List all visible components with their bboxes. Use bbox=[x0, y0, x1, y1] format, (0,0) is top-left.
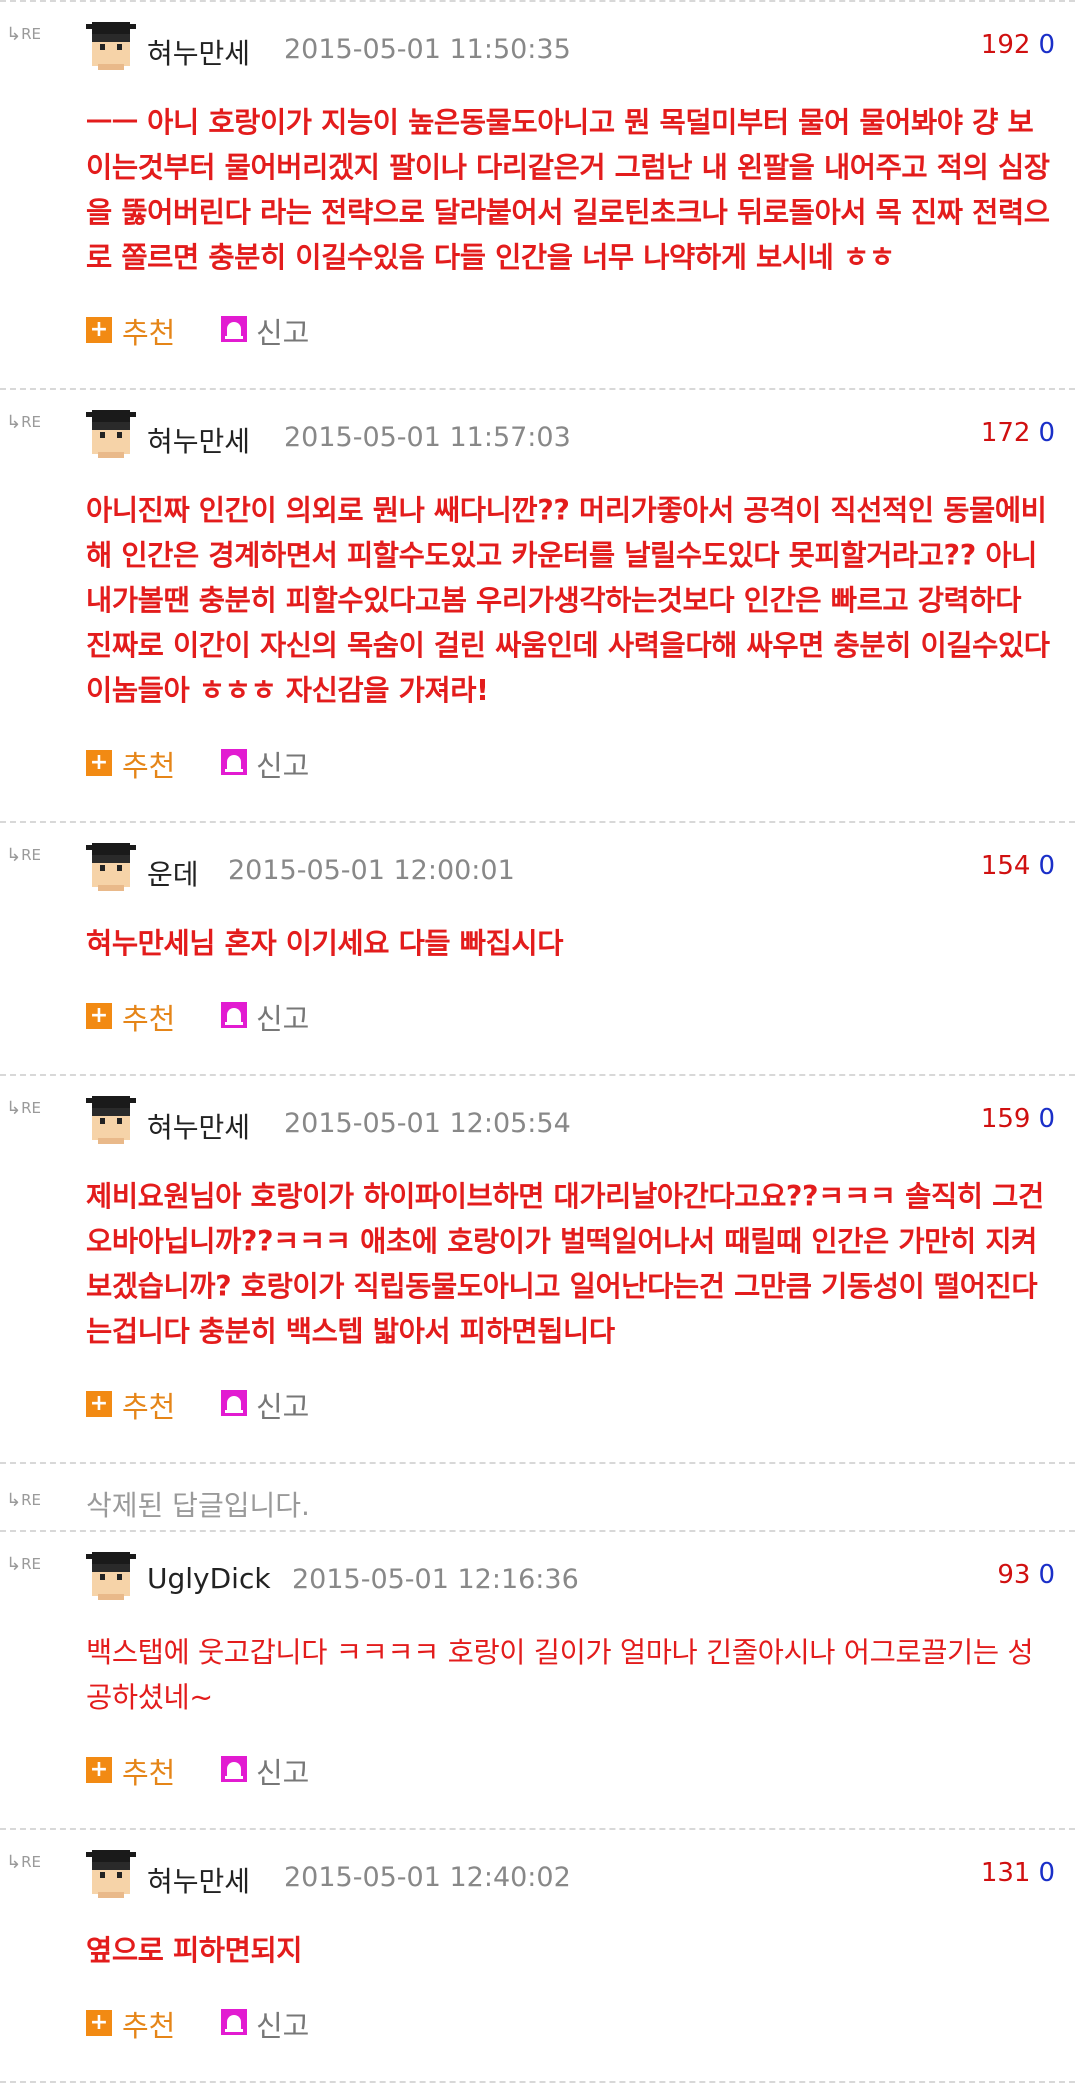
siren-icon[interactable] bbox=[221, 1002, 247, 1028]
reply-arrow-icon: ↳ bbox=[6, 1098, 22, 1119]
vote-counts: 154 0 bbox=[981, 851, 1055, 881]
plus-icon[interactable]: + bbox=[86, 1757, 112, 1783]
reply-marker: ↳RE bbox=[6, 1098, 41, 1119]
comment-actions: + 추천 신고 bbox=[0, 308, 1075, 358]
author-name[interactable]: UglyDick bbox=[147, 1562, 271, 1595]
comment-date: 2015-05-01 12:05:54 bbox=[284, 1108, 571, 1139]
avatar[interactable] bbox=[86, 1092, 136, 1144]
comment-actions: + 추천 신고 bbox=[0, 741, 1075, 791]
recommend-button[interactable]: 추천 bbox=[122, 1384, 175, 1426]
downvote-count: 0 bbox=[1038, 1858, 1055, 1888]
plus-icon[interactable]: + bbox=[86, 1391, 112, 1417]
vote-counts: 192 0 bbox=[981, 30, 1055, 60]
reply-arrow-icon: ↳ bbox=[6, 412, 22, 433]
downvote-count: 0 bbox=[1038, 1104, 1055, 1134]
siren-icon[interactable] bbox=[221, 2009, 247, 2035]
comment: ↳RE 혀누만세 2015-05-01 12:05:54 159 0 제비요원님아… bbox=[0, 1076, 1075, 1432]
plus-icon[interactable]: + bbox=[86, 317, 112, 343]
avatar[interactable] bbox=[86, 1846, 136, 1898]
comment-date: 2015-05-01 11:57:03 bbox=[284, 422, 571, 453]
downvote-count: 0 bbox=[1038, 30, 1055, 60]
comment-text: 옆으로 피하면되지 bbox=[86, 1934, 303, 1967]
upvote-count: 154 bbox=[980, 851, 1031, 881]
author-name[interactable]: 혀누만세 bbox=[147, 420, 250, 460]
author-name[interactable]: 혀누만세 bbox=[147, 1860, 250, 1900]
comment: ↳RE UglyDick 2015-05-01 12:16:36 93 0 백스탭… bbox=[0, 1532, 1075, 1798]
vote-counts: 159 0 bbox=[981, 1104, 1055, 1134]
author-name[interactable]: 운데 bbox=[147, 853, 199, 893]
siren-icon[interactable] bbox=[221, 1390, 247, 1416]
reply-arrow-icon: ↳ bbox=[6, 845, 22, 866]
comment-text: 혀누만세님 혼자 이기세요 다들 빠집시다 bbox=[86, 927, 564, 960]
reply-marker: ↳RE bbox=[6, 1490, 41, 1511]
plus-icon[interactable]: + bbox=[86, 750, 112, 776]
recommend-button[interactable]: 추천 bbox=[122, 2003, 175, 2045]
report-button[interactable]: 신고 bbox=[256, 1384, 309, 1426]
author-name[interactable]: 혀누만세 bbox=[147, 32, 250, 72]
author-name[interactable]: 혀누만세 bbox=[147, 1106, 250, 1146]
comment-date: 2015-05-01 12:16:36 bbox=[292, 1564, 579, 1595]
upvote-count: 172 bbox=[980, 418, 1031, 448]
comment-actions: + 추천 신고 bbox=[0, 1382, 1075, 1432]
comment-date: 2015-05-01 12:00:01 bbox=[228, 855, 515, 886]
recommend-button[interactable]: 추천 bbox=[122, 996, 175, 1038]
comment-actions: + 추천 신고 bbox=[0, 1748, 1075, 1798]
comment-text: 백스탭에 웃고갑니다 ㅋㅋㅋㅋ 호랑이 길이가 얼마나 긴줄아시나 어그로끌기는… bbox=[86, 1636, 1034, 1714]
reply-arrow-icon: ↳ bbox=[6, 1554, 22, 1575]
comment-date: 2015-05-01 12:40:02 bbox=[284, 1862, 571, 1893]
siren-icon[interactable] bbox=[221, 1756, 247, 1782]
deleted-reply: ↳RE 삭제된 답글입니다. bbox=[0, 1464, 1075, 1530]
comment: ↳RE 운데 2015-05-01 12:00:01 154 0 혀누만세님 혼자… bbox=[0, 823, 1075, 1044]
upvote-count: 192 bbox=[980, 30, 1031, 60]
reply-marker: ↳RE bbox=[6, 1852, 41, 1873]
reply-marker: ↳RE bbox=[6, 1554, 41, 1575]
report-button[interactable]: 신고 bbox=[256, 743, 309, 785]
upvote-count: 159 bbox=[980, 1104, 1031, 1134]
comment: ↳RE 혀누만세 2015-05-01 11:50:35 192 0 ㅡㅡ 아니 … bbox=[0, 2, 1075, 358]
reply-marker: ↳RE bbox=[6, 845, 41, 866]
avatar[interactable] bbox=[86, 18, 136, 70]
comment-actions: + 추천 신고 bbox=[0, 994, 1075, 1044]
downvote-count: 0 bbox=[1038, 851, 1055, 881]
upvote-count: 131 bbox=[980, 1858, 1031, 1888]
downvote-count: 0 bbox=[1038, 418, 1055, 448]
vote-counts: 131 0 bbox=[981, 1858, 1055, 1888]
vote-counts: 93 0 bbox=[997, 1560, 1055, 1590]
comment: ↳RE 혀누만세 2015-05-01 11:57:03 172 0 아니진짜 인… bbox=[0, 390, 1075, 791]
report-button[interactable]: 신고 bbox=[256, 2003, 309, 2045]
avatar[interactable] bbox=[86, 839, 136, 891]
recommend-button[interactable]: 추천 bbox=[122, 310, 175, 352]
comment: ↳RE 혀누만세 2015-05-01 12:40:02 131 0 옆으로 피하… bbox=[0, 1830, 1075, 2051]
recommend-button[interactable]: 추천 bbox=[122, 1750, 175, 1792]
reply-arrow-icon: ↳ bbox=[6, 1852, 22, 1873]
downvote-count: 0 bbox=[1038, 1560, 1055, 1590]
upvote-count: 93 bbox=[997, 1560, 1031, 1590]
reply-arrow-icon: ↳ bbox=[6, 1490, 22, 1511]
report-button[interactable]: 신고 bbox=[256, 310, 309, 352]
comment-date: 2015-05-01 11:50:35 bbox=[284, 34, 571, 65]
plus-icon[interactable]: + bbox=[86, 2010, 112, 2036]
comment-text: 아니진짜 인간이 의외로 뭔나 쌔다니깐?? 머리가좋아서 공격이 직선적인 동… bbox=[86, 494, 1050, 707]
report-button[interactable]: 신고 bbox=[256, 1750, 309, 1792]
comment-thread: ↳RE 혀누만세 2015-05-01 11:50:35 192 0 ㅡㅡ 아니 … bbox=[0, 0, 1075, 2083]
siren-icon[interactable] bbox=[221, 316, 247, 342]
report-button[interactable]: 신고 bbox=[256, 996, 309, 1038]
avatar[interactable] bbox=[86, 406, 136, 458]
vote-counts: 172 0 bbox=[981, 418, 1055, 448]
recommend-button[interactable]: 추천 bbox=[122, 743, 175, 785]
plus-icon[interactable]: + bbox=[86, 1003, 112, 1029]
reply-marker: ↳RE bbox=[6, 412, 41, 433]
siren-icon[interactable] bbox=[221, 749, 247, 775]
reply-marker: ↳RE bbox=[6, 24, 41, 45]
deleted-reply-text: 삭제된 답글입니다. bbox=[86, 1489, 310, 1522]
comment-text: 제비요원님아 호랑이가 하이파이브하면 대가리날아간다고요??ㅋㅋㅋ 솔직히 그… bbox=[86, 1180, 1044, 1348]
reply-arrow-icon: ↳ bbox=[6, 24, 22, 45]
comment-text: ㅡㅡ 아니 호랑이가 지능이 높은동물도아니고 뭔 목덜미부터 물어 물어봐야 … bbox=[86, 106, 1050, 274]
comment-actions: + 추천 신고 bbox=[0, 2001, 1075, 2051]
avatar[interactable] bbox=[86, 1548, 136, 1600]
